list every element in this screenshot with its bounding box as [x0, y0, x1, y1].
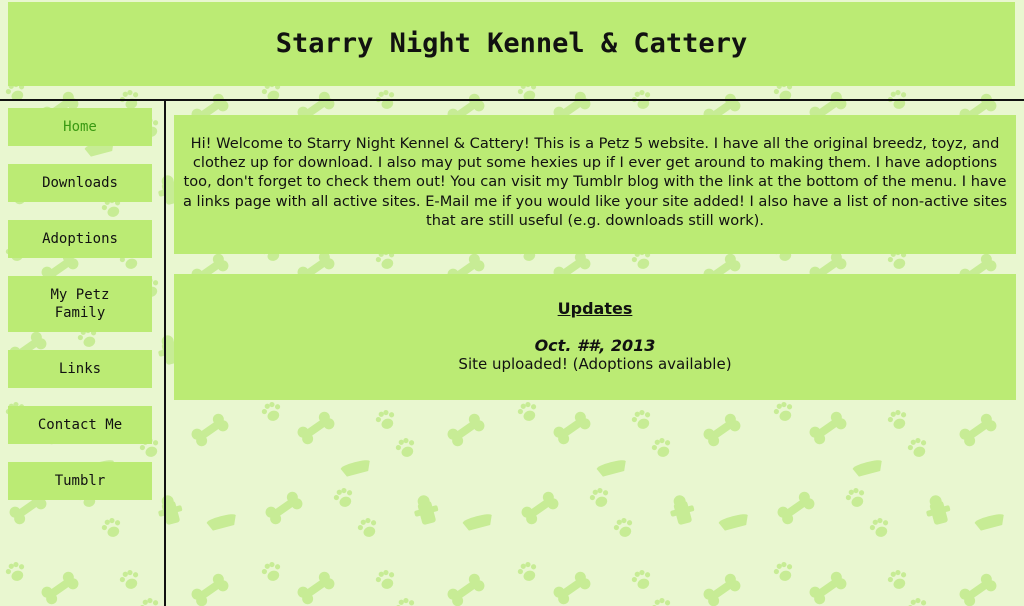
nav-contact-me-button[interactable]: Contact Me	[8, 406, 152, 444]
nav-adoptions-button[interactable]: Adoptions	[8, 220, 152, 258]
site-header: Starry Night Kennel & Cattery	[8, 2, 1015, 86]
nav-tumblr-button[interactable]: Tumblr	[8, 462, 152, 500]
nav-links-button[interactable]: Links	[8, 350, 152, 388]
header-divider	[0, 99, 1024, 101]
sidebar-divider	[164, 100, 166, 606]
nav-my-petz-family-button[interactable]: My Petz Family	[8, 276, 152, 332]
update-date: Oct. ##, 2013	[534, 336, 656, 355]
update-text: Site uploaded! (Adoptions available)	[458, 355, 732, 373]
welcome-text: Hi! Welcome to Starry Night Kennel & Cat…	[182, 135, 1008, 229]
nav-downloads-button[interactable]: Downloads	[8, 164, 152, 202]
updates-heading: Updates	[557, 299, 633, 318]
site-title: Starry Night Kennel & Cattery	[275, 27, 748, 59]
updates-panel: Updates Oct. ##, 2013 Site uploaded! (Ad…	[174, 274, 1016, 400]
welcome-panel: Hi! Welcome to Starry Night Kennel & Cat…	[174, 115, 1016, 254]
nav-home-button[interactable]: Home	[8, 108, 152, 146]
